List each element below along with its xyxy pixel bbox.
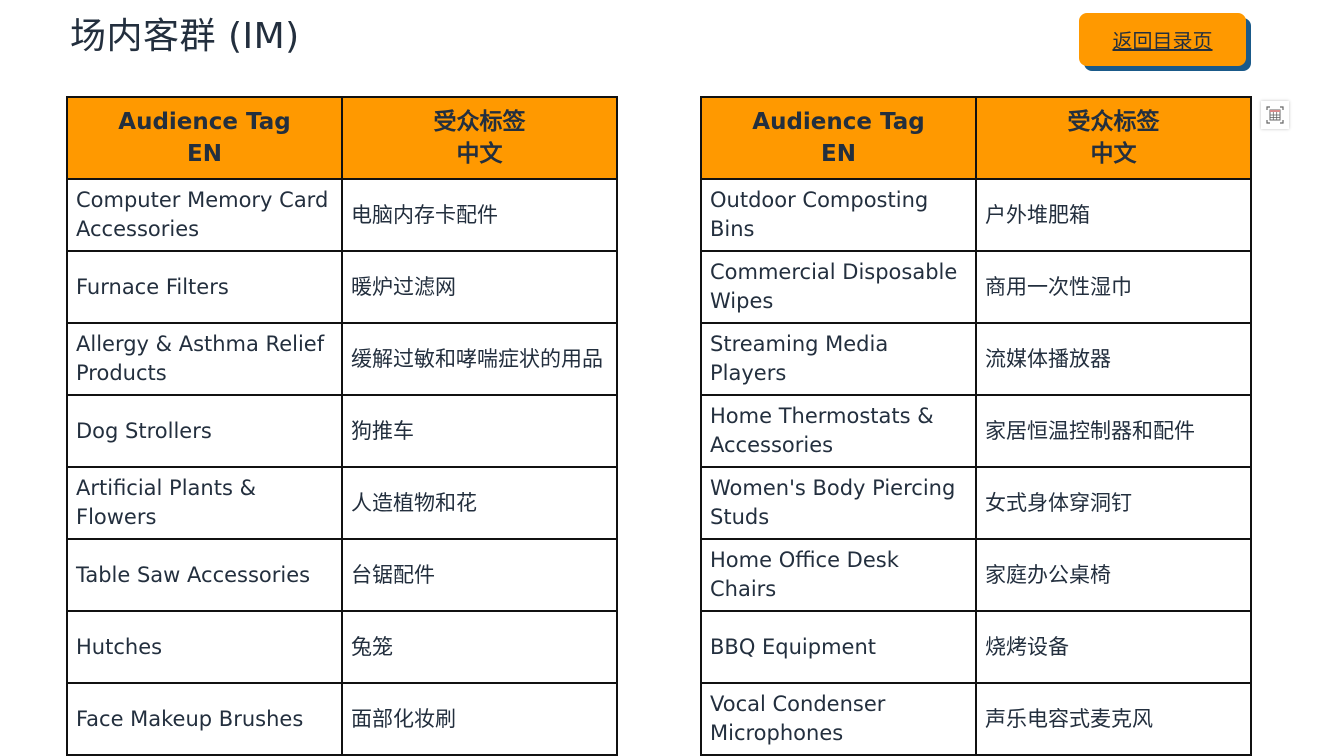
header-line: 受众标签 <box>1067 109 1160 135</box>
table-row: Hutches 兔笼 <box>66 610 618 684</box>
page-title: 场内客群 (IM) <box>70 16 300 57</box>
table-row: Vocal Condenser Microphones 声乐电容式麦克风 <box>700 682 1252 756</box>
cell-zh: 烧烤设备 <box>975 610 1252 684</box>
table-row: Women's Body Piercing Studs 女式身体穿洞钉 <box>700 466 1252 540</box>
table-row: BBQ Equipment 烧烤设备 <box>700 610 1252 684</box>
cell-zh: 暖炉过滤网 <box>341 250 618 324</box>
audience-tag-table-right: Audience Tag EN 受众标签 中文 Outdoor Composti… <box>700 96 1252 756</box>
cell-en: BBQ Equipment <box>700 610 977 684</box>
header-audience-tag-zh: 受众标签 中文 <box>341 96 618 180</box>
header-line: 受众标签 <box>433 109 526 135</box>
cell-en: Hutches <box>66 610 343 684</box>
table-select-icon[interactable] <box>1261 101 1289 129</box>
table-row: Streaming Media Players 流媒体播放器 <box>700 322 1252 396</box>
cell-en: Streaming Media Players <box>700 322 977 396</box>
cell-en: Dog Strollers <box>66 394 343 468</box>
cell-zh: 商用一次性湿巾 <box>975 250 1252 324</box>
back-to-contents-button[interactable]: 返回目录页 <box>1079 13 1246 66</box>
cell-zh: 台锯配件 <box>341 538 618 612</box>
cell-en: Home Thermostats & Accessories <box>700 394 977 468</box>
header-audience-tag-zh: 受众标签 中文 <box>975 96 1252 180</box>
cell-zh: 人造植物和花 <box>341 466 618 540</box>
cell-zh: 狗推车 <box>341 394 618 468</box>
cell-en: Outdoor Composting Bins <box>700 178 977 252</box>
table-row: Artificial Plants & Flowers 人造植物和花 <box>66 466 618 540</box>
table-row: Allergy & Asthma Relief Products 缓解过敏和哮喘症… <box>66 322 618 396</box>
header-line: EN <box>187 141 222 167</box>
cell-zh: 家庭办公桌椅 <box>975 538 1252 612</box>
header-line: EN <box>821 141 856 167</box>
cell-en: Furnace Filters <box>66 250 343 324</box>
table-grid-icon <box>1266 106 1284 124</box>
table-header-row: Audience Tag EN 受众标签 中文 <box>700 96 1252 180</box>
cell-zh: 家居恒温控制器和配件 <box>975 394 1252 468</box>
cell-zh: 流媒体播放器 <box>975 322 1252 396</box>
table-row: Commercial Disposable Wipes 商用一次性湿巾 <box>700 250 1252 324</box>
header-audience-tag-en: Audience Tag EN <box>66 96 343 180</box>
header-line: 中文 <box>1090 141 1137 167</box>
table-header-row: Audience Tag EN 受众标签 中文 <box>66 96 618 180</box>
table-row: Table Saw Accessories 台锯配件 <box>66 538 618 612</box>
cell-zh: 电脑内存卡配件 <box>341 178 618 252</box>
cell-en: Vocal Condenser Microphones <box>700 682 977 756</box>
cell-en: Artificial Plants & Flowers <box>66 466 343 540</box>
cell-en: Table Saw Accessories <box>66 538 343 612</box>
table-row: Dog Strollers 狗推车 <box>66 394 618 468</box>
cell-en: Women's Body Piercing Studs <box>700 466 977 540</box>
cell-zh: 缓解过敏和哮喘症状的用品 <box>341 322 618 396</box>
audience-tag-table-left: Audience Tag EN 受众标签 中文 Computer Memory … <box>66 96 618 756</box>
header-line: 中文 <box>456 141 503 167</box>
table-row: Outdoor Composting Bins 户外堆肥箱 <box>700 178 1252 252</box>
cell-zh: 兔笼 <box>341 610 618 684</box>
cell-zh: 面部化妆刷 <box>341 682 618 756</box>
table-row: Home Office Desk Chairs 家庭办公桌椅 <box>700 538 1252 612</box>
cell-en: Computer Memory Card Accessories <box>66 178 343 252</box>
cell-zh: 声乐电容式麦克风 <box>975 682 1252 756</box>
table-row: Home Thermostats & Accessories 家居恒温控制器和配件 <box>700 394 1252 468</box>
cell-en: Face Makeup Brushes <box>66 682 343 756</box>
cell-zh: 女式身体穿洞钉 <box>975 466 1252 540</box>
cell-en: Home Office Desk Chairs <box>700 538 977 612</box>
table-row: Furnace Filters 暖炉过滤网 <box>66 250 618 324</box>
cell-en: Allergy & Asthma Relief Products <box>66 322 343 396</box>
cell-zh: 户外堆肥箱 <box>975 178 1252 252</box>
cell-en: Commercial Disposable Wipes <box>700 250 977 324</box>
table-row: Computer Memory Card Accessories 电脑内存卡配件 <box>66 178 618 252</box>
table-row: Face Makeup Brushes 面部化妆刷 <box>66 682 618 756</box>
header-line: Audience Tag <box>118 109 291 135</box>
header-line: Audience Tag <box>752 109 925 135</box>
header-audience-tag-en: Audience Tag EN <box>700 96 977 180</box>
